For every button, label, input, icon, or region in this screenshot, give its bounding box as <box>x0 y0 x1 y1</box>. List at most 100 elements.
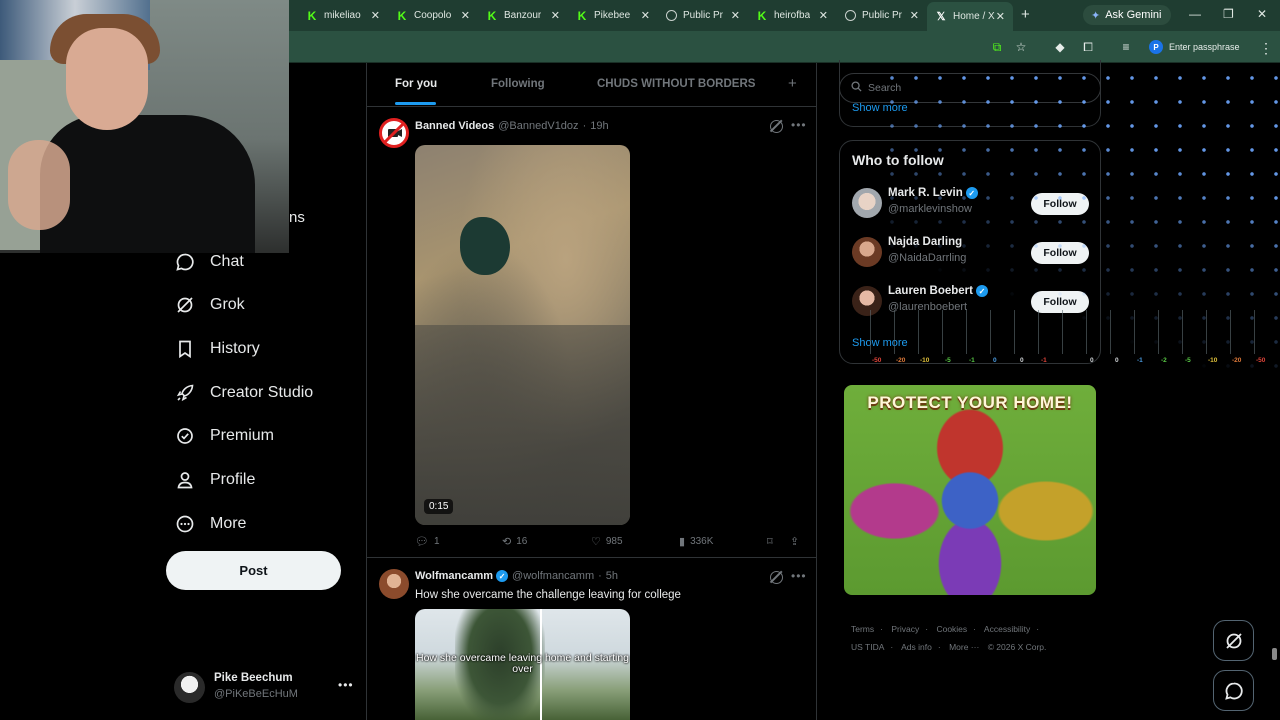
close-tab-icon[interactable]: ✕ <box>551 9 560 22</box>
bookmark-button[interactable]: ⌑ <box>767 535 778 548</box>
grok-icon[interactable] <box>770 120 783 133</box>
tab-following[interactable]: Following <box>491 78 545 90</box>
follow-button[interactable]: Follow <box>1031 193 1089 215</box>
tweet-video[interactable]: 0:15 <box>415 145 630 525</box>
close-tab-icon[interactable]: ✕ <box>641 9 650 22</box>
share-icon: ⇪ <box>790 536 800 548</box>
timeline-tabs: For you Following CHUDS WITHOUT BORDERS … <box>367 63 816 107</box>
grok-icon[interactable] <box>770 571 783 584</box>
close-tab-icon[interactable]: ✕ <box>910 9 919 22</box>
avatar[interactable] <box>852 237 882 267</box>
show-more-link[interactable]: Show more <box>852 102 908 114</box>
reply-button[interactable]: 💬︎ 1 <box>415 535 440 548</box>
nav-item-history[interactable]: History <box>175 334 260 364</box>
author-name: Wolfmancamm <box>415 570 494 582</box>
follow-suggestion[interactable]: Najda Darling @NaidaDarrling Follow <box>840 233 1100 273</box>
cast-icon[interactable]: ⧉ <box>990 40 1004 54</box>
scrollbar-thumb[interactable] <box>1272 648 1277 660</box>
follow-button[interactable]: Follow <box>1031 291 1089 313</box>
chat-icon <box>175 252 195 272</box>
footer-link[interactable]: US TIDA <box>851 642 884 652</box>
tweet-author[interactable]: Banned Videos @BannedV1doz · 19h <box>415 120 609 132</box>
tweet-video[interactable]: How she overcame leaving home and starti… <box>415 609 630 720</box>
close-tab-icon[interactable]: ✕ <box>371 9 380 22</box>
show-more-link[interactable]: Show more <box>852 337 908 349</box>
meter-label: -20 <box>1232 357 1242 364</box>
messages-fab-button[interactable] <box>1213 670 1254 711</box>
profile-avatar-icon: P <box>1149 40 1163 54</box>
nav-item-more[interactable]: More <box>175 509 246 539</box>
tweet[interactable]: Wolfmancamm ✓ @wolfmancamm · 5h ••• How … <box>367 559 816 720</box>
browser-tab[interactable]: Kmikeliao ✕ <box>306 4 380 27</box>
view-count: 336K <box>690 536 714 547</box>
browser-tab[interactable]: Public Pr ✕ <box>666 4 740 27</box>
avatar[interactable] <box>852 188 882 218</box>
footer-link[interactable]: More ··· <box>949 642 979 652</box>
like-button[interactable]: ♡ 985 <box>591 535 623 548</box>
browser-tab[interactable]: K Banzour ✕ <box>486 4 560 27</box>
browser-tab[interactable]: K Pikebee ✕ <box>576 4 650 27</box>
add-tab-icon[interactable]: + <box>788 75 797 92</box>
bookmark-icon <box>175 339 195 359</box>
restore-icon[interactable]: ❐ <box>1223 7 1234 21</box>
media-controls-icon[interactable]: ≡ <box>1119 40 1133 54</box>
avatar[interactable] <box>852 286 882 316</box>
suggestion-name: Lauren Boebert <box>888 285 973 297</box>
follow-button[interactable]: Follow <box>1031 242 1089 264</box>
bookmark-star-icon[interactable]: ☆ <box>1014 40 1028 54</box>
avatar[interactable] <box>379 569 409 599</box>
nav-label: History <box>210 340 260 357</box>
account-switcher[interactable]: Pike Beechum @PiKeBeEcHuM ••• <box>174 670 354 706</box>
close-tab-icon[interactable]: ✕ <box>819 9 828 22</box>
footer-link[interactable]: Accessibility <box>984 624 1030 634</box>
footer-link[interactable]: Cookies <box>936 624 967 634</box>
browser-tab-active[interactable]: 𝕏 Home / X ✕ <box>927 2 1013 31</box>
puzzle-icon[interactable]: ⧠ <box>1081 40 1095 54</box>
views-button[interactable]: ▮ 336K <box>679 535 713 548</box>
suggestion-handle: @laurenboebert <box>888 301 968 313</box>
browser-menu-icon[interactable]: ⋮ <box>1259 40 1273 57</box>
close-tab-icon[interactable]: ✕ <box>461 9 470 22</box>
grok-fab-button[interactable] <box>1213 620 1254 661</box>
follow-suggestion[interactable]: Lauren Boebert ✓ @laurenboebert Follow <box>840 282 1100 322</box>
tweet[interactable]: Banned Videos @BannedV1doz · 19h ••• 0:1… <box>367 108 816 558</box>
search-box[interactable] <box>839 73 1101 103</box>
game-ad-banner[interactable]: PROTECT YOUR HOME! <box>844 385 1096 595</box>
share-button[interactable]: ⇪ <box>790 535 804 548</box>
nav-item-grok[interactable]: Grok <box>175 290 245 320</box>
footer-link[interactable]: Privacy <box>891 624 919 634</box>
footer-link[interactable]: Terms <box>851 624 874 634</box>
more-dots-icon[interactable]: ••• <box>791 569 807 583</box>
more-dots-icon[interactable]: ••• <box>338 678 354 692</box>
follow-suggestion[interactable]: Mark R. Levin ✓ @marklevinshow Follow <box>840 184 1100 224</box>
close-tab-icon[interactable]: ✕ <box>996 10 1005 23</box>
browser-tab[interactable]: Kheirofba ✕ <box>756 4 828 27</box>
nav-item-creator-studio[interactable]: Creator Studio <box>175 378 313 408</box>
repost-button[interactable]: ⟲ 16 <box>502 535 527 548</box>
tweet-author[interactable]: Wolfmancamm ✓ @wolfmancamm · 5h <box>415 570 618 582</box>
avatar[interactable] <box>379 118 409 148</box>
meter-label: -1 <box>1137 357 1143 364</box>
passphrase-button[interactable]: P Enter passphrase <box>1149 38 1240 56</box>
minimize-icon[interactable]: — <box>1189 7 1201 21</box>
post-button[interactable]: Post <box>166 551 341 590</box>
browser-tab[interactable]: Public Pr ✕ <box>845 4 919 27</box>
nav-item-premium[interactable]: Premium <box>175 421 274 451</box>
tab-for-you[interactable]: For you <box>395 78 437 90</box>
close-window-icon[interactable]: ✕ <box>1257 7 1267 21</box>
copyright: © 2026 X Corp. <box>987 642 1047 652</box>
more-dots-icon[interactable]: ••• <box>791 118 807 132</box>
footer-link[interactable]: Ads info <box>901 642 932 652</box>
ask-gemini-button[interactable]: ✦ Ask Gemini <box>1083 5 1172 25</box>
tab-chuds-without-borders[interactable]: CHUDS WITHOUT BORDERS <box>597 78 755 90</box>
close-tab-icon[interactable]: ✕ <box>731 9 740 22</box>
nav-item-profile[interactable]: Profile <box>175 465 255 495</box>
account-name: Pike Beechum <box>214 672 293 684</box>
extension-icon[interactable]: ◆ <box>1053 40 1067 54</box>
search-input[interactable] <box>868 82 1068 94</box>
person-icon <box>175 470 195 490</box>
new-tab-button[interactable]: + <box>1021 6 1030 23</box>
suggestion-name: Mark R. Levin <box>888 187 963 199</box>
browser-tab[interactable]: K Coopolo ✕ <box>396 4 470 27</box>
meter-label: -10 <box>920 357 930 364</box>
